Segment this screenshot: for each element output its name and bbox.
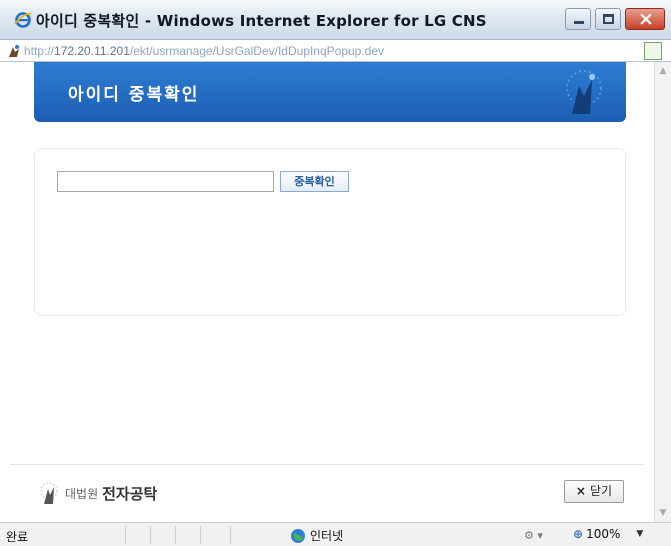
scroll-up-icon[interactable]: ▲ (658, 66, 668, 76)
page-icon[interactable] (644, 42, 662, 60)
protected-mode-icon[interactable]: ⚙ ▾ (524, 529, 543, 542)
close-icon: × (638, 8, 654, 30)
vertical-scrollbar[interactable]: ▲ ▼ (654, 62, 671, 522)
status-text: 완료 (6, 530, 29, 544)
minimize-icon (574, 21, 584, 24)
ie-logo-icon (14, 12, 32, 28)
zoom-dropdown-icon[interactable]: ▼ (636, 529, 643, 539)
window-titlebar[interactable]: 아이디 중복확인 - Windows Internet Explorer for… (0, 0, 671, 40)
footer-divider (10, 464, 644, 465)
status-divider (230, 526, 231, 544)
globe-icon (291, 528, 305, 543)
footer-org: 대법원 (65, 486, 99, 501)
maximize-icon (603, 14, 614, 24)
status-divider (125, 526, 126, 544)
security-zone[interactable]: 인터넷 (290, 527, 343, 544)
popup-header: 아이디 중복확인 (34, 62, 626, 122)
user-id-input[interactable] (57, 171, 274, 192)
footer-logo: 대법원 전자공탁 (36, 480, 157, 506)
address-url: http://172.20.11.201/ekt/usrmanage/UsrGa… (24, 44, 385, 58)
zoom-control[interactable]: ⊕ 100% ▼ (573, 527, 643, 541)
page-viewport: 아이디 중복확인 중복확인 대법원 전자공탁 × 닫기 (0, 62, 654, 522)
maximize-button[interactable] (595, 8, 621, 30)
page-title: 아이디 중복확인 (68, 85, 200, 105)
status-bar: 완료 인터넷 ⚙ ▾ ⊕ 100% ▼ (0, 522, 671, 546)
id-check-panel: 중복확인 (34, 148, 626, 316)
scroll-down-icon[interactable]: ▼ (658, 508, 668, 518)
close-button[interactable]: × 닫기 (564, 480, 624, 503)
address-bar[interactable]: http://172.20.11.201/ekt/usrmanage/UsrGa… (0, 40, 671, 62)
court-logo-icon (40, 482, 58, 504)
justice-figure-icon (566, 70, 602, 114)
window-title: 아이디 중복확인 - Windows Internet Explorer for… (36, 12, 487, 30)
window-close-button[interactable]: × (625, 8, 665, 30)
close-button-label: 닫기 (589, 484, 613, 498)
zone-label: 인터넷 (310, 529, 344, 543)
footer-brand: 전자공탁 (102, 484, 158, 503)
status-divider (150, 526, 151, 544)
zoom-icon: ⊕ (573, 527, 584, 541)
status-divider (200, 526, 201, 544)
close-x-icon: × (575, 484, 586, 498)
zoom-level: 100% (586, 527, 621, 541)
minimize-button[interactable] (565, 8, 591, 30)
status-divider (175, 526, 176, 544)
duplicate-check-button[interactable]: 중복확인 (280, 171, 349, 192)
site-favicon-icon (9, 45, 19, 57)
